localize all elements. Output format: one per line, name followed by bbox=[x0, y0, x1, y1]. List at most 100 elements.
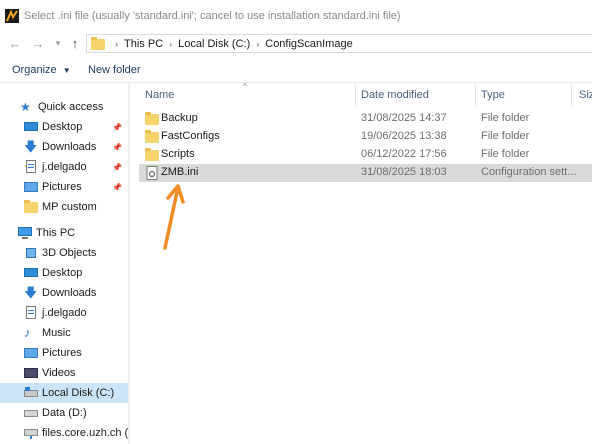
column-header-row: ^ Name Date modified Type Siz bbox=[131, 82, 592, 106]
window-title: Select .ini file (usually 'standard.ini'… bbox=[24, 10, 401, 22]
sidebar-item-jdelgado[interactable]: j.delgado bbox=[0, 303, 128, 323]
sidebar-item-pictures[interactable]: Pictures bbox=[0, 343, 128, 363]
sidebar-item-downloads[interactable]: 🡇 Downloads bbox=[0, 283, 128, 303]
breadcrumb-separator-icon: › bbox=[256, 38, 260, 49]
breadcrumb-configscanimage[interactable]: ConfigScanImage bbox=[265, 38, 352, 50]
file-type: File folder bbox=[481, 148, 530, 160]
star-icon: ★ bbox=[20, 100, 31, 114]
up-arrow-icon[interactable]: ↑ bbox=[66, 34, 84, 52]
sidebar-item-music[interactable]: ♪ Music bbox=[0, 323, 128, 343]
file-date: 19/06/2025 13:38 bbox=[361, 130, 447, 142]
sidebar-item-network-drive-z[interactable]: files.core.uzh.ch (Z: bbox=[0, 423, 128, 443]
file-type: File folder bbox=[481, 112, 530, 124]
pictures-icon bbox=[24, 346, 38, 360]
breadcrumb-separator-icon: › bbox=[115, 38, 118, 49]
cube-icon bbox=[24, 246, 38, 260]
network-drive-icon bbox=[24, 426, 38, 440]
new-folder-button[interactable]: New folder bbox=[88, 64, 141, 76]
pin-icon: 📌 bbox=[112, 142, 122, 152]
sidebar-item-videos[interactable]: Videos bbox=[0, 363, 128, 383]
sidebar-item-label: Downloads bbox=[42, 287, 97, 299]
document-icon bbox=[24, 160, 38, 174]
forward-arrow-icon[interactable]: → bbox=[29, 34, 47, 52]
sidebar-item-data-d[interactable]: Data (D:) bbox=[0, 403, 128, 423]
sidebar-item-desktop[interactable]: Desktop bbox=[0, 263, 128, 283]
sidebar-item-label: files.core.uzh.ch (Z: bbox=[42, 427, 128, 439]
file-row-zmb-ini[interactable]: ZMB.ini 31/08/2025 18:03 Configuration s… bbox=[139, 164, 592, 182]
recent-locations-chevron-icon[interactable]: ▾ bbox=[49, 34, 67, 52]
command-toolbar: Organize ▼ New folder bbox=[0, 60, 592, 82]
file-date: 31/08/2025 14:37 bbox=[361, 112, 447, 124]
folder-icon bbox=[145, 130, 159, 144]
file-name: ZMB.ini bbox=[161, 166, 199, 178]
disk-icon bbox=[24, 386, 38, 400]
document-icon bbox=[24, 306, 38, 320]
breadcrumb-this-pc[interactable]: This PC bbox=[124, 38, 163, 50]
breadcrumb-local-disk[interactable]: Local Disk (C:) bbox=[178, 38, 250, 50]
annotation-arrow-icon bbox=[163, 184, 185, 250]
sidebar-item-label: Pictures bbox=[42, 347, 82, 359]
drive-icon bbox=[24, 406, 38, 420]
app-icon bbox=[5, 9, 19, 23]
column-header-type[interactable]: Type bbox=[481, 89, 505, 101]
pin-icon: 📌 bbox=[112, 162, 122, 172]
folder-icon bbox=[24, 200, 38, 214]
chevron-down-icon: ▼ bbox=[62, 66, 71, 75]
desktop-icon bbox=[24, 266, 38, 280]
computer-icon bbox=[18, 226, 32, 240]
file-type: Configuration sett... bbox=[481, 166, 577, 178]
sidebar-item-pictures-pinned[interactable]: Pictures 📌 bbox=[0, 177, 128, 197]
sidebar-item-label: This PC bbox=[36, 227, 76, 239]
file-row-scripts[interactable]: Scripts 06/12/2022 17:56 File folder bbox=[139, 146, 592, 164]
sidebar-item-downloads-pinned[interactable]: 🡇 Downloads 📌 bbox=[0, 137, 128, 157]
sidebar-item-label: Music bbox=[42, 327, 71, 339]
breadcrumb-separator-icon: › bbox=[169, 38, 173, 49]
pin-icon: 📌 bbox=[112, 182, 122, 192]
sort-ascending-icon: ^ bbox=[243, 82, 247, 91]
sidebar-item-label: Videos bbox=[42, 367, 76, 379]
pin-icon: 📌 bbox=[112, 122, 122, 132]
file-name: Backup bbox=[161, 112, 198, 124]
sidebar-item-mp-custom[interactable]: MP custom bbox=[0, 197, 128, 217]
file-row-backup[interactable]: Backup 31/08/2025 14:37 File folder bbox=[139, 110, 592, 128]
folder-icon bbox=[91, 37, 105, 50]
address-bar[interactable]: › This PC › Local Disk (C:) › ConfigScan… bbox=[86, 34, 592, 53]
column-divider[interactable] bbox=[475, 84, 476, 106]
sidebar-item-3d-objects[interactable]: 3D Objects bbox=[0, 243, 128, 263]
file-date: 31/08/2025 18:03 bbox=[361, 166, 447, 178]
file-row-fastconfigs[interactable]: FastConfigs 19/06/2025 13:38 File folder bbox=[139, 128, 592, 146]
download-icon: 🡇 bbox=[24, 139, 38, 154]
organize-label: Organize bbox=[12, 64, 57, 76]
sidebar-item-desktop-pinned[interactable]: Desktop 📌 bbox=[0, 117, 128, 137]
sidebar-scrollbar[interactable] bbox=[128, 83, 130, 444]
sidebar-item-local-disk-c[interactable]: Local Disk (C:) bbox=[0, 383, 128, 403]
sidebar-item-this-pc[interactable]: This PC bbox=[0, 223, 128, 243]
column-divider[interactable] bbox=[571, 84, 572, 106]
sidebar-item-jdelgado-pinned[interactable]: j.delgado 📌 bbox=[0, 157, 128, 177]
sidebar-item-label: j.delgado bbox=[42, 161, 87, 173]
navigation-pane: ★ Quick access Desktop 📌 🡇 Downloads 📌 j… bbox=[0, 83, 130, 444]
sidebar-item-label: Local Disk (C:) bbox=[42, 387, 115, 399]
download-icon: 🡇 bbox=[24, 285, 38, 300]
organize-button[interactable]: Organize ▼ bbox=[12, 64, 71, 76]
column-header-date-modified[interactable]: Date modified bbox=[361, 89, 429, 101]
config-file-icon bbox=[145, 166, 159, 180]
desktop-icon bbox=[24, 120, 38, 134]
back-arrow-icon[interactable]: ← bbox=[6, 34, 24, 52]
sidebar-item-quick-access[interactable]: ★ Quick access bbox=[0, 97, 128, 117]
folder-icon bbox=[145, 112, 159, 126]
sidebar-item-label: Quick access bbox=[38, 101, 104, 113]
sidebar-item-label: Downloads bbox=[42, 141, 97, 153]
music-icon: ♪ bbox=[24, 325, 31, 340]
column-header-size[interactable]: Siz bbox=[579, 89, 592, 101]
column-header-name[interactable]: Name bbox=[145, 89, 174, 101]
sidebar-item-label: Desktop bbox=[42, 121, 83, 133]
file-date: 06/12/2022 17:56 bbox=[361, 148, 447, 160]
column-divider[interactable] bbox=[355, 84, 356, 106]
sidebar-item-label: j.delgado bbox=[42, 307, 87, 319]
video-icon bbox=[24, 366, 38, 380]
sidebar-item-label: Data (D:) bbox=[42, 407, 87, 419]
sidebar-item-label: Pictures bbox=[42, 181, 82, 193]
pictures-icon bbox=[24, 180, 38, 194]
folder-icon bbox=[145, 148, 159, 162]
